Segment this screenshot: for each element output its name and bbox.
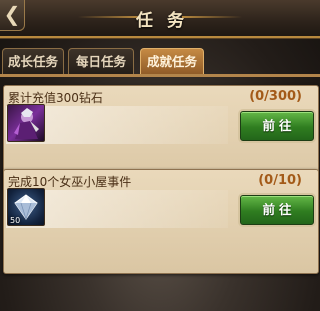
gift-icon xyxy=(7,104,45,142)
task-progress: (0/300) xyxy=(249,89,302,104)
go-button[interactable]: 前往 xyxy=(240,111,314,141)
go-button[interactable]: 前往 xyxy=(240,195,314,225)
tab-growth[interactable]: 成长任务 xyxy=(2,48,64,75)
title-ornament-right xyxy=(182,16,242,18)
task-card: 完成10个女巫小屋事件 (0/10) 50 前往 xyxy=(3,169,319,274)
task-progress: (0/10) xyxy=(258,173,302,188)
tab-achievement[interactable]: 成就任务 xyxy=(140,48,204,75)
title-bar: ❮ 任务 xyxy=(0,0,320,38)
tab-bar: 成长任务 每日任务 成就任务 xyxy=(0,48,320,76)
diamond-icon: 50 xyxy=(7,188,45,226)
reward-quantity: 50 xyxy=(10,216,21,225)
page-title: 任务 xyxy=(136,11,198,31)
task-screen: ❮ 任务 成长任务 每日任务 成就任务 累计充值300钻石 (0/300) 前往… xyxy=(0,0,320,311)
tab-daily[interactable]: 每日任务 xyxy=(68,48,134,75)
tab-underline xyxy=(0,74,320,77)
